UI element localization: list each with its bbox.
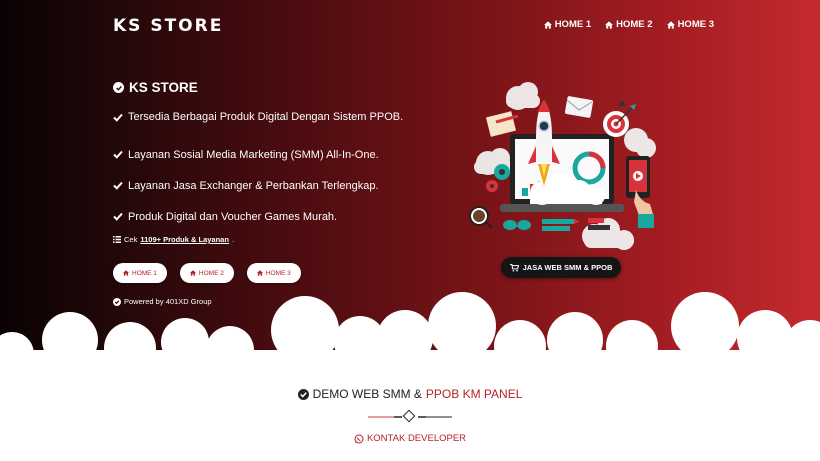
shopping-cart-icon (509, 263, 519, 272)
feature-text: Layanan Sosial Media Marketing (SMM) All… (128, 148, 379, 161)
home-3-button[interactable]: HOME 3 (246, 263, 301, 283)
check-circle-icon (113, 82, 124, 93)
contact-developer-label: KONTAK DEVELOPER (366, 433, 467, 444)
contact-developer-link[interactable]: KONTAK DEVELOPER (0, 433, 820, 444)
feature-item: Tersedia Berbagai Produk Digital Dengan … (113, 111, 403, 123)
nav-home-1-label: HOME 1 (554, 19, 592, 30)
home-3-button-label: HOME 3 (265, 269, 291, 277)
product-count-link[interactable]: 1109+ Produk & Layanan (140, 235, 229, 244)
section-title-accent: PPOB KM PANEL (425, 387, 523, 401)
feature-text: Tersedia Berbagai Produk Digital Dengan … (128, 111, 404, 123)
brand-logo[interactable]: KS STORE (113, 16, 223, 36)
check-icon (113, 212, 123, 221)
section-title: DEMO WEB SMM & PPOB KM PANEL (0, 387, 820, 401)
home-1-button[interactable]: HOME 1 (113, 263, 167, 283)
feature-item: Produk Digital dan Voucher Games Murah. (113, 201, 403, 232)
product-count-line: Cek 1109+ Produk & Layanan. (113, 235, 234, 244)
check-circle-icon (297, 388, 309, 400)
feature-text: Produk Digital dan Voucher Games Murah. (128, 210, 338, 223)
hero-buttons: HOME 1 HOME 2 HOME 3 (113, 263, 301, 283)
home-icon (605, 20, 614, 29)
feature-item: Layanan Jasa Exchanger & Perbankan Terle… (113, 170, 403, 201)
hero-title: KS STORE (113, 80, 198, 95)
home-2-button[interactable]: HOME 2 (179, 263, 234, 283)
section-title-prefix: DEMO WEB SMM & (312, 387, 422, 401)
nav-home-3[interactable]: HOME 3 (666, 19, 714, 30)
home-icon (256, 270, 263, 276)
rocket-laptop-illustration (469, 82, 656, 250)
top-nav: HOME 1 HOME 2 HOME 3 (543, 19, 714, 30)
list-icon (113, 236, 121, 243)
cta-label: JASA WEB SMM & PPOB (522, 263, 613, 272)
check-icon (113, 113, 123, 122)
whatsapp-icon (354, 434, 364, 443)
feature-list: Tersedia Berbagai Produk Digital Dengan … (113, 111, 403, 232)
jasa-web-cta-button[interactable]: JASA WEB SMM & PPOB (501, 257, 621, 278)
cek-suffix: . (231, 235, 235, 244)
nav-home-1[interactable]: HOME 1 (543, 19, 592, 30)
check-icon (113, 181, 123, 190)
nav-home-3-label: HOME 3 (677, 19, 714, 30)
decorative-divider (368, 410, 452, 423)
home-icon (666, 20, 675, 29)
home-2-button-label: HOME 2 (198, 269, 224, 277)
home-1-button-label: HOME 1 (132, 269, 157, 277)
feature-text: Layanan Jasa Exchanger & Perbankan Terle… (128, 179, 379, 192)
nav-home-2[interactable]: HOME 2 (605, 19, 653, 30)
home-icon (123, 270, 129, 276)
check-icon (113, 150, 123, 159)
cek-prefix: Cek (124, 235, 138, 244)
feature-item: Layanan Sosial Media Marketing (SMM) All… (113, 139, 403, 170)
hero-title-text: KS STORE (129, 80, 198, 95)
home-icon (189, 270, 196, 276)
cloud-divider (0, 292, 820, 370)
nav-home-2-label: HOME 2 (616, 19, 653, 30)
home-icon (543, 20, 552, 29)
